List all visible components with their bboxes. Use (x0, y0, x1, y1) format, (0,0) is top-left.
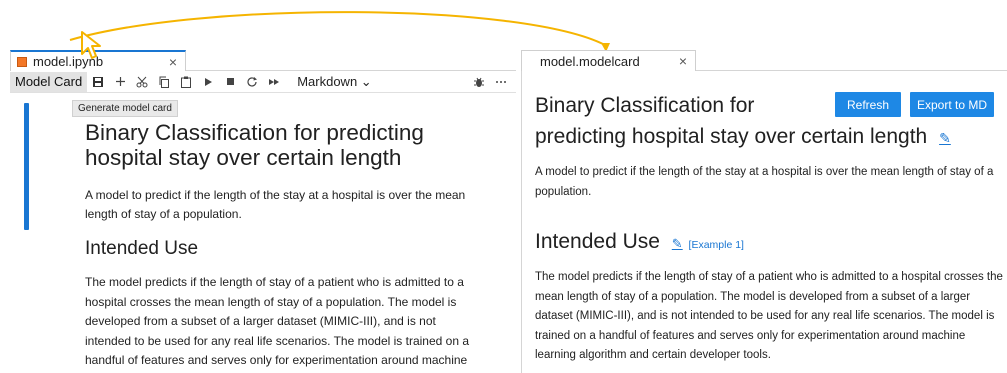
restart-icon[interactable] (241, 72, 263, 92)
tab-model-modelcard[interactable]: model.modelcard × (521, 50, 696, 71)
model-card-title-line2: predicting hospital stay over certain le… (535, 123, 1005, 152)
run-all-icon[interactable] (263, 72, 285, 92)
cell-type-select[interactable]: Markdown ⌄ (297, 74, 372, 90)
tooltip: Generate model card (72, 100, 178, 117)
bug-icon[interactable] (468, 72, 490, 92)
add-icon[interactable] (109, 72, 131, 92)
model-card-section-text: The model predicts if the length of stay… (535, 271, 1003, 361)
notebook-toolbar: Model Card Markdown ⌄ (10, 71, 516, 93)
heading-text: Intended Use (535, 230, 660, 253)
save-icon[interactable] (87, 72, 109, 92)
title-text: predicting hospital stay over certain le… (535, 125, 928, 148)
notebook-icon (17, 56, 27, 67)
cell-type-label: Markdown (297, 73, 358, 89)
edit-icon[interactable]: ✎ (672, 236, 683, 252)
tab-label: model.modelcard (540, 53, 640, 69)
model-card-title-line1: Binary Classification for (535, 94, 755, 117)
notebook-title: Binary Classification for predicting hos… (85, 120, 424, 170)
model-card-panel: model.modelcard × Refresh Export to MD B… (521, 50, 1007, 373)
markdown-cell[interactable]: Binary Classification for predicting hos… (85, 120, 485, 373)
edit-icon[interactable]: ✎ (939, 124, 951, 152)
chevron-down-icon: ⌄ (360, 73, 372, 89)
example-link[interactable]: [Example 1] (689, 239, 744, 251)
cut-icon[interactable] (131, 72, 153, 92)
run-icon[interactable] (197, 72, 219, 92)
cell-selection-bar[interactable] (24, 103, 29, 230)
model-card-button[interactable]: Model Card (10, 71, 88, 92)
notebook-description: A model to predict if the length of the … (85, 188, 466, 221)
cursor-pointer-icon (81, 31, 101, 59)
notebook-panel: model.ipynb × Model Card Markdown ⌄ Gene… (10, 50, 516, 373)
model-card-content: Binary Classification for predicting hos… (535, 92, 1005, 366)
paste-icon[interactable] (175, 72, 197, 92)
notebook-section-text: The model predicts if the length of stay… (85, 275, 470, 373)
model-card-section-heading: Intended Use ✎ [Example 1] (535, 230, 1005, 254)
copy-icon[interactable] (153, 72, 175, 92)
more-icon[interactable] (490, 72, 512, 92)
close-icon[interactable]: × (679, 53, 687, 69)
stop-icon[interactable] (219, 72, 241, 92)
notebook-section-heading: Intended Use (85, 238, 199, 259)
model-card-description: A model to predict if the length of the … (535, 166, 994, 198)
close-icon[interactable]: × (169, 54, 177, 70)
